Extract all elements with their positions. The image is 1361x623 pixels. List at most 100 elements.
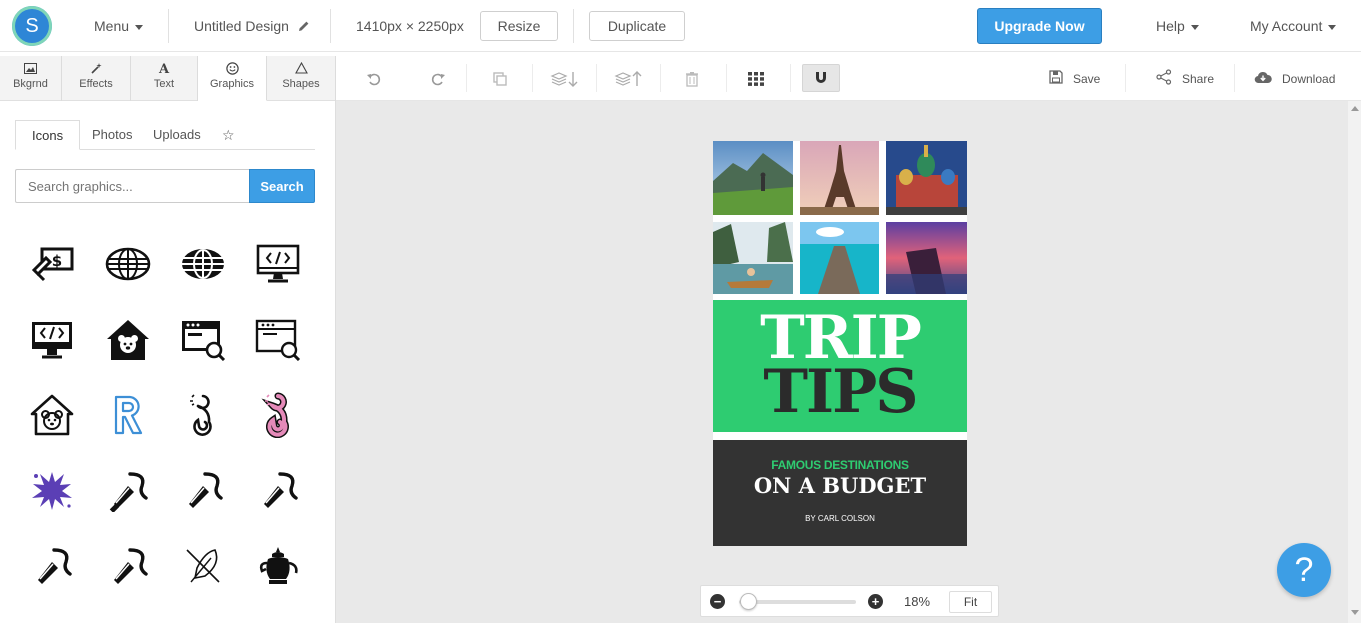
redo-icon[interactable] [416, 56, 460, 101]
tool-tabs: Bkgrnd Effects A Text Graphics Shapes [0, 56, 336, 101]
bring-forward-icon[interactable] [606, 56, 650, 101]
graphics-panel: Icons Photos Uploads ☆ Search $ [0, 101, 336, 623]
letter-r-icon[interactable] [103, 390, 153, 440]
tab-graphics[interactable]: Graphics [198, 56, 267, 101]
photo-kayak-lagoon[interactable] [713, 222, 793, 294]
caret-down-icon [1328, 24, 1337, 30]
save-icon [1049, 69, 1063, 88]
subtab-uploads[interactable]: Uploads [153, 120, 201, 150]
search-graphics-input[interactable] [15, 169, 249, 203]
share-button[interactable]: Share [1156, 56, 1214, 101]
browser-search-outline-icon[interactable] [253, 315, 303, 365]
cloud-download-icon [1254, 70, 1272, 88]
tab-text[interactable]: A Text [131, 56, 198, 101]
help-dropdown[interactable]: Help [1156, 0, 1199, 52]
copy-icon[interactable] [478, 56, 522, 101]
subtitle-block[interactable]: FAMOUS DESTINATIONS ON A BUDGET BY CARL … [713, 440, 967, 546]
teapot-icon[interactable] [253, 541, 303, 591]
caret-down-icon [1190, 24, 1199, 30]
magnet-icon [816, 72, 826, 83]
magnet-snap-toggle[interactable] [802, 64, 840, 92]
save-button[interactable]: Save [1049, 56, 1100, 101]
subtitle-text[interactable]: FAMOUS DESTINATIONS [713, 458, 967, 472]
globe-outline-icon[interactable] [103, 239, 153, 289]
tagline-text[interactable]: ON A BUDGET [713, 473, 967, 498]
grid-icon[interactable] [734, 56, 778, 101]
hook-pink-icon[interactable] [253, 390, 303, 440]
zoom-value: 18% [904, 594, 931, 609]
divider [573, 9, 574, 43]
code-monitor-solid-icon[interactable] [27, 315, 77, 365]
trash-icon[interactable] [670, 56, 714, 101]
photo-pier-ocean[interactable] [800, 222, 879, 294]
download-button[interactable]: Download [1254, 56, 1335, 101]
canvas-dimensions: 1410px × 2250px [356, 18, 464, 34]
zoom-in-icon[interactable]: + [868, 594, 883, 609]
graphics-subtabs: Icons Photos Uploads ☆ [15, 120, 315, 150]
divider [790, 64, 791, 92]
tab-bkgrnd[interactable]: Bkgrnd [0, 56, 62, 101]
divider [660, 64, 661, 92]
title-block[interactable]: TRIP TIPS [713, 300, 967, 432]
app-logo[interactable]: S [12, 6, 52, 46]
star-icon[interactable]: ☆ [222, 120, 235, 150]
no-feather-icon[interactable] [178, 541, 228, 591]
design-canvas[interactable]: TRIP TIPS FAMOUS DESTINATIONS ON A BUDGE… [713, 141, 967, 546]
undo-icon[interactable] [352, 56, 396, 101]
paint-splat-icon[interactable] [27, 465, 77, 515]
share-icon [1156, 68, 1172, 89]
triangle-icon [267, 56, 335, 78]
vertical-scrollbar[interactable] [1348, 101, 1361, 623]
upgrade-now-button[interactable]: Upgrade Now [977, 8, 1102, 44]
zoom-fit-button[interactable]: Fit [949, 591, 992, 613]
globe-solid-icon[interactable] [178, 239, 228, 289]
send-backward-icon[interactable] [542, 56, 586, 101]
zoom-out-icon[interactable]: − [710, 594, 725, 609]
tab-shapes[interactable]: Shapes [267, 56, 336, 101]
tab-effects[interactable]: Effects [62, 56, 131, 101]
duplicate-button[interactable]: Duplicate [589, 11, 685, 41]
photo-st-basils-cathedral[interactable] [886, 141, 967, 215]
paintbrush-stroke-icon[interactable] [27, 541, 77, 591]
paintbrush-stroke-icon[interactable] [103, 465, 153, 515]
title-line-2[interactable]: TIPS [713, 362, 967, 422]
top-bar: S Menu Untitled Design 1410px × 2250px R… [0, 0, 1361, 52]
help-question-icon[interactable]: ? [1277, 543, 1331, 597]
zoom-slider-handle[interactable] [740, 593, 758, 610]
paintbrush-stroke-icon[interactable] [178, 465, 228, 515]
image-icon [0, 56, 61, 78]
magic-wand-icon [62, 56, 130, 78]
photo-mountain-hiker[interactable] [713, 141, 793, 215]
zoom-control: − + 18% Fit [700, 585, 999, 617]
paintbrush-stroke-icon[interactable] [103, 541, 153, 591]
code-monitor-icon[interactable] [253, 239, 303, 289]
subtab-icons[interactable]: Icons [15, 120, 81, 150]
browser-search-solid-icon[interactable] [178, 315, 228, 365]
smiley-icon [198, 56, 266, 78]
hook-outline-icon[interactable] [178, 390, 228, 440]
resize-button[interactable]: Resize [480, 11, 558, 41]
divider [168, 9, 169, 43]
subtab-photos[interactable]: Photos [92, 120, 132, 150]
divider [596, 64, 597, 92]
author-text[interactable]: BY CARL COLSON [713, 514, 967, 523]
search-button[interactable]: Search [249, 169, 315, 203]
money-transfer-icon[interactable]: $ [27, 239, 77, 289]
divider [466, 64, 467, 92]
pet-house-outline-icon[interactable] [27, 390, 77, 440]
svg-text:$: $ [52, 252, 62, 270]
divider [726, 64, 727, 92]
photo-eiffel-tower[interactable] [800, 141, 879, 215]
pencil-icon [298, 21, 309, 31]
design-name[interactable]: Untitled Design [194, 0, 310, 52]
divider [532, 64, 533, 92]
pet-house-solid-icon[interactable] [103, 315, 153, 365]
caret-down-icon [135, 24, 144, 30]
scroll-down-arrow-icon[interactable] [1351, 610, 1359, 615]
scroll-up-arrow-icon[interactable] [1351, 106, 1359, 111]
photo-sunset-coast[interactable] [886, 222, 967, 294]
text-icon: A [158, 62, 170, 77]
paintbrush-stroke-icon[interactable] [253, 465, 303, 515]
menu-dropdown[interactable]: Menu [94, 0, 144, 52]
my-account-dropdown[interactable]: My Account [1250, 0, 1337, 52]
